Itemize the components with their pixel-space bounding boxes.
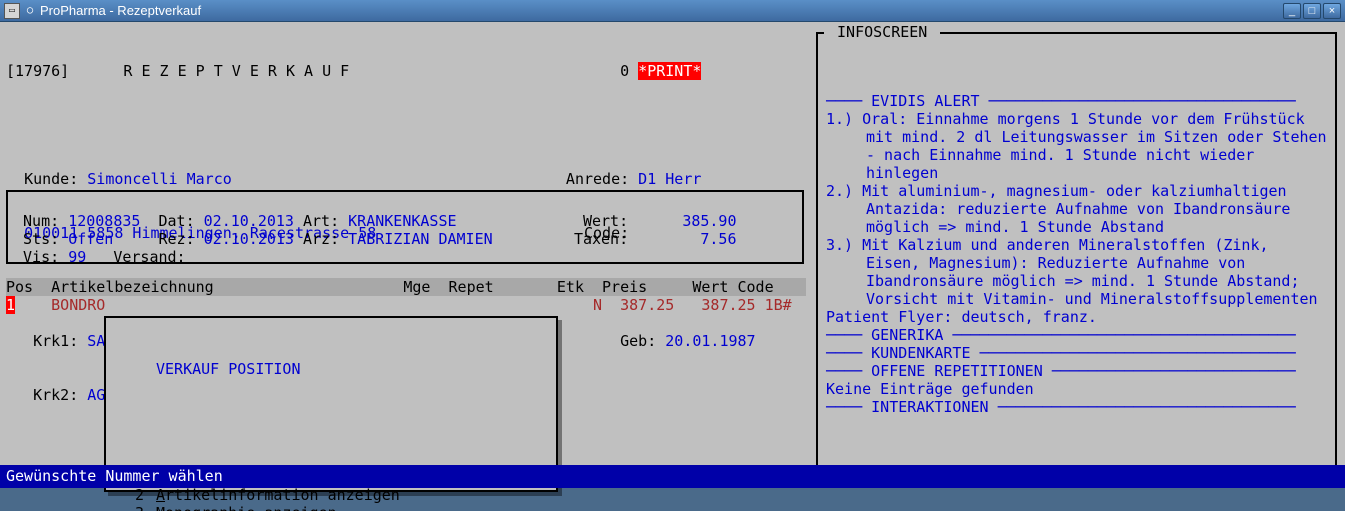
receipt-box: Num: 12008835 Dat: 02.10.2013 Art: KRANK… [6, 190, 804, 264]
krk1-label: Krk1: [33, 332, 78, 350]
row-preis: 387.25 [620, 296, 674, 314]
close-button[interactable]: × [1323, 3, 1341, 19]
arz-value: TABRIZIAN DAMIEN [348, 230, 493, 248]
sep-kundenkarte: ──── KUNDENKARTE ───────────────────────… [826, 344, 1327, 362]
wert-value: 385.90 [682, 212, 736, 230]
anrede-label: Anrede: [566, 170, 629, 188]
status-text: Gewünschte Nummer wählen [6, 467, 223, 485]
sep-offene: ──── OFFENE REPETITIONEN ───────────────… [826, 362, 1327, 380]
versand-label: Versand: [113, 248, 185, 266]
keine-eintraege: Keine Einträge gefunden [826, 380, 1327, 398]
vis-label: Vis: [23, 248, 59, 266]
status-bar: Gewünschte Nummer wählen [0, 465, 1345, 488]
row-etk: N [593, 296, 602, 314]
maximize-button[interactable]: □ [1303, 3, 1321, 19]
row-wert: 387.25 [701, 296, 755, 314]
taxen-label: Taxen: [574, 230, 628, 248]
header-id: [17976] [6, 62, 69, 80]
terminal-area: [17976] R E Z E P T V E R K A U F 0 *PRI… [0, 22, 1345, 488]
arz-label: Arz: [303, 230, 339, 248]
popup-item[interactable]: 2 Artikelinformation anzeigen [114, 486, 548, 504]
table-header: Pos Artikelbezeichnung Mge Repet Etk Pre… [6, 278, 806, 296]
evidis-alert-item: 1.) Oral: Einnahme morgens 1 Stunde vor … [826, 110, 1327, 182]
sts-value: Offen [68, 230, 113, 248]
patient-flyer: Patient Flyer: deutsch, franz. [826, 308, 1327, 326]
num-label: Num: [23, 212, 59, 230]
num-value: 12008835 [68, 212, 140, 230]
titlebar: ▭ ◯ ProPharma - Rezeptverkauf _ □ × [0, 0, 1345, 22]
dat-label: Dat: [159, 212, 195, 230]
art-value: KRANKENKASSE [348, 212, 456, 230]
art-label: Art: [303, 212, 339, 230]
app-icon: ▭ [4, 3, 20, 19]
popup-title: VERKAUF POSITION [156, 360, 548, 378]
sep-interakt: ──── INTERAKTIONEN ─────────────────────… [826, 398, 1327, 416]
row-name: BONDRO [51, 296, 105, 314]
print-flag: *PRINT* [638, 62, 701, 80]
row-code: 1B# [765, 296, 792, 314]
popup-item-number: 3 [114, 504, 144, 511]
kunde-name: Simoncelli Marco [87, 170, 232, 188]
anrede-value: D1 Herr [638, 170, 701, 188]
window-title: ProPharma - Rezeptverkauf [40, 3, 1283, 18]
vis-value: 99 [68, 248, 86, 266]
dat-value: 02.10.2013 [204, 212, 294, 230]
taxen-value: 7.56 [700, 230, 736, 248]
table-header-text: Pos Artikelbezeichnung Mge Repet Etk Pre… [6, 278, 774, 296]
sts-label: Sts: [23, 230, 59, 248]
wert-label: Wert: [583, 212, 628, 230]
popup-item-number: 2 [114, 486, 144, 504]
header-zero: 0 [620, 62, 629, 80]
evidis-alert-item: 3.) Mit Kalzium und anderen Mineralstoff… [826, 236, 1327, 308]
krk2-label: Krk2: [33, 386, 78, 404]
popup-item-label: Artikelinformation anzeigen [156, 486, 400, 504]
popup-item-label: Monographie anzeigen [156, 504, 337, 511]
header-title: R E Z E P T V E R K A U F [123, 62, 349, 80]
geb-label: Geb: [620, 332, 656, 350]
infoscreen-panel: INFOSCREEN ──── EVIDIS ALERT ───────────… [816, 32, 1337, 487]
rez-label: Rez: [159, 230, 195, 248]
table-row[interactable]: 1 BONDRO N 387.25 387.25 1B# [6, 296, 806, 314]
popup-item[interactable]: 3 Monographie anzeigen [114, 504, 548, 511]
title-bullet-icon: ◯ [24, 5, 36, 17]
infoscreen-title: INFOSCREEN [824, 23, 940, 41]
kunde-label: Kunde: [24, 170, 78, 188]
sep-generika: ──── GENERIKA ──────────────────────────… [826, 326, 1327, 344]
sep-evidis: ──── EVIDIS ALERT ──────────────────────… [826, 92, 1327, 110]
evidis-alert-item: 2.) Mit aluminium-, magnesium- oder kalz… [826, 182, 1327, 236]
row-pos: 1 [6, 296, 15, 314]
rez-value: 02.10.2013 [204, 230, 294, 248]
geb-value: 20.01.1987 [665, 332, 755, 350]
minimize-button[interactable]: _ [1283, 3, 1301, 19]
